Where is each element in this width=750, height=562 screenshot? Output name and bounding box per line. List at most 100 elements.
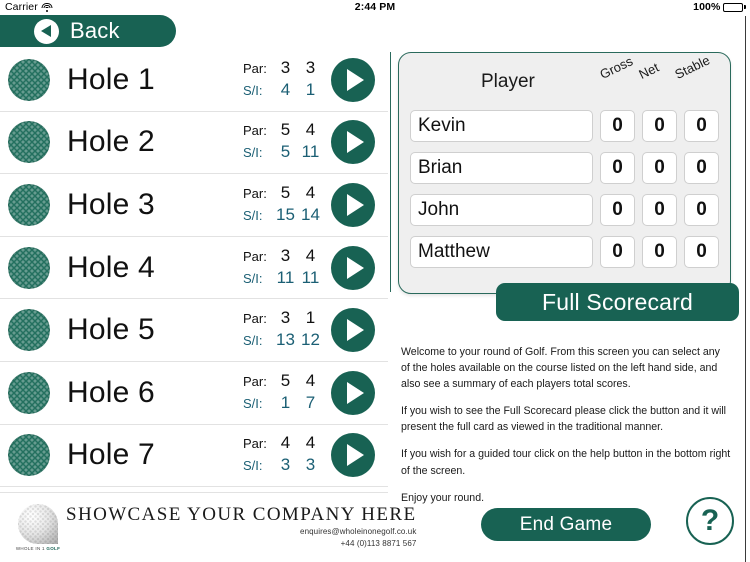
hole-stats: Par: 5 4 S/I: 15 14	[243, 183, 331, 227]
description-paragraph-3: If you wish for a guided tour click on t…	[401, 448, 731, 477]
back-button-label: Back	[70, 18, 120, 43]
status-battery-group: 100%	[693, 1, 746, 13]
gross-score[interactable]: 0	[600, 236, 635, 268]
gross-score[interactable]: 0	[600, 110, 635, 142]
golf-ball-icon	[8, 371, 50, 414]
table-row[interactable]: Brian 0 0 0	[399, 147, 730, 189]
battery-percent-label: 100%	[693, 1, 721, 13]
si-label: S/I:	[243, 333, 263, 349]
golf-ball-logo-icon: WHOLE IN 1 GOLF	[10, 504, 66, 551]
advert-email: enquires@wholeinonegolf.co.uk	[300, 527, 417, 537]
hole-name: Hole 3	[67, 187, 155, 221]
advertisement-banner[interactable]: WHOLE IN 1 GOLF SHOWCASE YOUR COMPANY HE…	[0, 492, 416, 562]
gross-score[interactable]: 0	[600, 152, 635, 184]
table-row[interactable]: John 0 0 0	[399, 189, 730, 231]
status-bar: Carrier 2:44 PM 100%	[0, 0, 750, 14]
si-value-1: 3	[280, 455, 291, 475]
si-value-1: 13	[276, 330, 295, 350]
play-icon[interactable]	[331, 433, 375, 478]
player-name-field[interactable]: Matthew	[410, 236, 593, 268]
si-value-1: 1	[280, 392, 291, 412]
par-value-1: 3	[280, 308, 291, 328]
hole-stats: Par: 3 1 S/I: 13 12	[243, 308, 331, 352]
score-summary-panel: Player Gross Net Stable Kevin 0 0 0 Bria…	[398, 52, 731, 294]
hole-stats: Par: 3 3 S/I: 4 1	[243, 58, 331, 102]
list-item[interactable]: Hole 6 Par: 5 4 S/I: 1 7	[0, 362, 388, 425]
par-value-1: 5	[280, 120, 291, 140]
advert-phone: +44 (0)113 8871 567	[340, 538, 417, 548]
stable-score[interactable]: 0	[684, 152, 719, 184]
status-time: 2:44 PM	[354, 1, 396, 13]
si-value-1: 11	[276, 267, 295, 287]
si-value-2: 3	[305, 455, 316, 475]
golf-ball-icon	[8, 121, 50, 164]
full-scorecard-button[interactable]: Full Scorecard	[496, 283, 739, 321]
par-value-2: 3	[305, 57, 316, 77]
par-value-1: 5	[280, 370, 291, 390]
net-score[interactable]: 0	[642, 194, 677, 226]
description-paragraph-4: Enjoy your round.	[401, 491, 485, 504]
app-screen: Carrier 2:44 PM 100% Back Hole 1 Par: 3	[0, 0, 750, 562]
list-item[interactable]: Hole 4 Par: 3 4 S/I: 11 11	[0, 237, 388, 300]
back-arrow-icon	[34, 18, 59, 44]
si-label: S/I:	[243, 207, 263, 223]
golf-ball-icon	[8, 309, 50, 352]
par-label: Par:	[243, 311, 267, 327]
par-value-2: 4	[305, 433, 316, 453]
list-item[interactable]: Hole 1 Par: 3 3 S/I: 4 1	[0, 49, 388, 112]
hole-list[interactable]: Hole 1 Par: 3 3 S/I: 4 1 Hole 2 Par: 5 4…	[0, 49, 388, 491]
hole-name: Hole 6	[67, 375, 155, 409]
play-icon[interactable]	[331, 308, 375, 353]
table-row[interactable]: Matthew 0 0 0	[399, 231, 730, 273]
par-label: Par:	[243, 123, 267, 139]
player-name-field[interactable]: Brian	[410, 152, 593, 184]
par-value-2: 1	[305, 308, 316, 328]
play-icon[interactable]	[331, 182, 375, 227]
gross-score[interactable]: 0	[600, 194, 635, 226]
stable-score[interactable]: 0	[684, 236, 719, 268]
end-game-button[interactable]: End Game	[481, 508, 651, 541]
description-paragraph-2: If you wish to see the Full Scorecard pl…	[401, 405, 727, 434]
hole-stats: Par: 3 4 S/I: 11 11	[243, 246, 331, 290]
play-icon[interactable]	[331, 370, 375, 415]
question-mark-icon: ?	[700, 504, 720, 537]
play-icon[interactable]	[331, 57, 375, 102]
list-item[interactable]: Hole 5 Par: 3 1 S/I: 13 12	[0, 299, 388, 362]
stable-score[interactable]: 0	[684, 110, 719, 142]
si-value-2: 7	[305, 392, 316, 412]
net-column-header: Net	[636, 59, 662, 82]
stable-column-header: Stable	[672, 52, 713, 82]
par-value-1: 3	[280, 245, 291, 265]
si-value-1: 5	[280, 142, 291, 162]
player-name-field[interactable]: John	[410, 194, 593, 226]
net-score[interactable]: 0	[642, 236, 677, 268]
player-column-header: Player	[481, 71, 535, 92]
description-paragraph-1: Welcome to your round of Golf. From this…	[401, 346, 720, 391]
net-score[interactable]: 0	[642, 110, 677, 142]
hole-name: Hole 4	[67, 250, 155, 284]
par-label: Par:	[243, 373, 267, 389]
stable-score[interactable]: 0	[684, 194, 719, 226]
back-button[interactable]: Back	[0, 15, 176, 47]
player-name-field[interactable]: Kevin	[410, 110, 593, 142]
par-label: Par:	[243, 436, 267, 452]
list-item[interactable]: Hole 8 Par: 4 4 S/I:	[0, 487, 388, 491]
panel-divider	[390, 52, 391, 292]
battery-full-icon	[723, 2, 746, 12]
list-item[interactable]: Hole 2 Par: 5 4 S/I: 5 11	[0, 112, 388, 175]
list-item[interactable]: Hole 7 Par: 4 4 S/I: 3 3	[0, 425, 388, 488]
net-score[interactable]: 0	[642, 152, 677, 184]
table-row[interactable]: Kevin 0 0 0	[399, 105, 730, 147]
hole-name: Hole 7	[67, 438, 155, 472]
hole-stats: Par: 4 4 S/I: 3 3	[243, 433, 331, 477]
help-button[interactable]: ?	[686, 497, 734, 545]
hole-name: Hole 5	[67, 313, 155, 347]
score-panel-header: Player Gross Net Stable	[399, 52, 730, 105]
list-item[interactable]: Hole 3 Par: 5 4 S/I: 15 14	[0, 174, 388, 237]
hole-stats: Par: 5 4 S/I: 5 11	[243, 120, 331, 164]
si-value-2: 1	[305, 79, 316, 99]
play-icon[interactable]	[331, 120, 375, 165]
hole-name: Hole 1	[67, 62, 155, 96]
si-label: S/I:	[243, 270, 263, 286]
play-icon[interactable]	[331, 245, 375, 290]
